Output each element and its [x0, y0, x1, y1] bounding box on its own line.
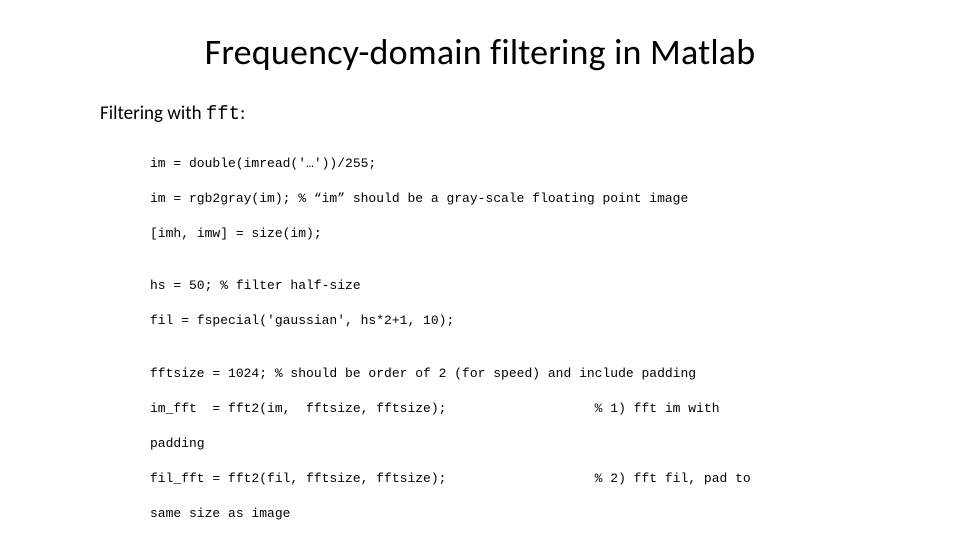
code-line: fil = fspecial('gaussian', hs*2+1, 10); — [150, 312, 900, 330]
code-line: same size as image — [150, 505, 900, 523]
section-filtering-heading: Filtering with fft: — [100, 102, 900, 125]
code-line: fil_fft = fft2(fil, fftsize, fftsize); %… — [150, 470, 900, 488]
slide-root: Frequency-domain filtering in Matlab Fil… — [0, 0, 960, 540]
code-block-filtering: im = double(imread('…'))/255; im = rgb2g… — [150, 137, 900, 540]
code-line: fftsize = 1024; % should be order of 2 (… — [150, 365, 900, 383]
code-line: im = double(imread('…'))/255; — [150, 155, 900, 173]
code-line: [imh, imw] = size(im); — [150, 225, 900, 243]
code-line: im = rgb2gray(im); % “im” should be a gr… — [150, 190, 900, 208]
code-line: hs = 50; % filter half-size — [150, 277, 900, 295]
slide-title: Frequency-domain filtering in Matlab — [60, 30, 900, 74]
section-filtering-mono: fft — [206, 103, 240, 125]
code-line: im_fft = fft2(im, fftsize, fftsize); % 1… — [150, 400, 900, 418]
section-filtering-suffix: : — [240, 102, 245, 125]
code-line: padding — [150, 435, 900, 453]
section-filtering-prefix: Filtering with — [100, 102, 206, 125]
